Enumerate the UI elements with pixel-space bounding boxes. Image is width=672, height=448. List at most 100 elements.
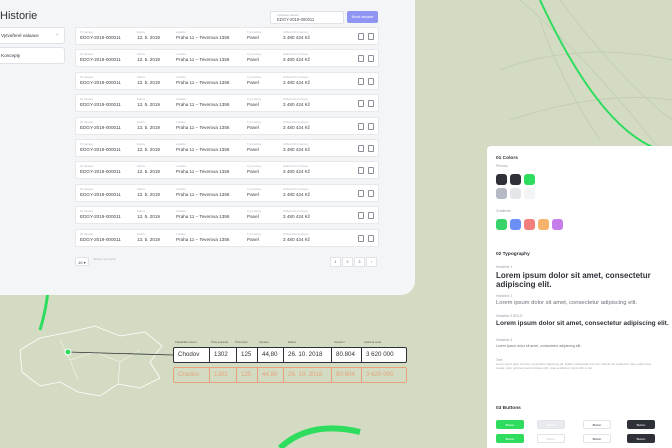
row-cell-value: Panel [247, 214, 259, 220]
document-icon[interactable] [358, 167, 364, 175]
document-icon[interactable] [358, 212, 364, 220]
headline1-label: Headline 1 [496, 265, 513, 269]
next-page-button[interactable]: › [366, 257, 377, 267]
valuation-row[interactable]: ID valuace EDGY-2019-000011 Datum 13. 5. 20… [75, 161, 379, 180]
headline4-sample: Lorem ipsum dolor sit amet, consectetur … [496, 344, 582, 348]
styleguide-card: 01 Colors Primary Gradients 02 Typograph… [487, 146, 672, 448]
row-cell-value: 3 480 424 Kč [283, 214, 311, 220]
swatch-dark-1 [496, 174, 507, 185]
sidebar-item-created-valuations[interactable]: Vytvořené valuace › [0, 27, 65, 44]
valuation-row[interactable]: ID valuace EDGY-2019-000011 Datum 13. 5. 20… [75, 138, 379, 157]
valuation-row[interactable]: ID valuace EDGY-2019-000011 Datum 13. 5. 20… [75, 49, 379, 68]
swatch-gradient-blue [510, 219, 521, 230]
row-cell-date: Datum 13. 5. 2019 [137, 97, 160, 108]
col-header-cadastre: Katastrální území [175, 340, 197, 344]
copy-icon[interactable] [368, 33, 374, 40]
document-icon[interactable] [358, 189, 364, 197]
cell-house-number: 1302 [210, 368, 237, 382]
sample-button-primary-small[interactable]: Button [496, 434, 524, 443]
row-cell-date: Datum 13. 5. 2019 [137, 187, 160, 198]
row-cell-address: Lokalita Praha 11 – Teverova 1356 [176, 187, 229, 198]
sample-button-primary[interactable]: Button [496, 420, 524, 429]
sample-button-ghost[interactable]: Button [537, 434, 565, 443]
row-cell-value: 13. 5. 2019 [137, 236, 160, 242]
cell-area: 44,80 [258, 368, 284, 382]
sidebar-item-label: Vytvořené valuace [1, 33, 39, 38]
row-cell-id: ID valuace EDGY-2019-000011 [80, 52, 121, 63]
row-cell-value: EDGY-2019-000011 [80, 102, 121, 108]
valuation-row[interactable]: ID valuace EDGY-2019-000011 Datum 13. 5. 20… [75, 228, 379, 247]
row-cell-value: EDGY-2019-000011 [80, 57, 121, 63]
headline2-sample: Lorem ipsum dolor sit amet, consectetur … [496, 300, 638, 306]
page-2-button[interactable]: 2 [342, 257, 353, 267]
row-cell-value: Panel [247, 146, 259, 152]
search-input[interactable]: Vyhledat valuaci EDGY-2019-000011 [270, 11, 344, 24]
copy-icon[interactable] [368, 234, 374, 242]
copy-icon[interactable] [368, 212, 374, 220]
page-3-button[interactable]: 3 [354, 257, 365, 267]
row-cell-price: Odhad tržní hodnoty 3 480 424 Kč [283, 30, 310, 41]
chevron-right-icon: › [56, 32, 58, 38]
copy-icon[interactable] [368, 100, 374, 108]
per-page-select[interactable]: 10 ▾ [75, 257, 89, 266]
row-cell-address: Lokalita Praha 11 – Teverova 1356 [176, 164, 229, 175]
valuation-row[interactable]: ID valuace EDGY-2019-000011 Datum 13. 5. 20… [75, 116, 379, 135]
sample-button-secondary[interactable]: Button [583, 420, 611, 429]
detail-row[interactable]: Chodov 1302 125 44,80 26. 10. 2018 80.80… [173, 347, 407, 363]
row-cell-value: 3 480 424 Kč [283, 102, 311, 108]
valuation-list: ID valuace EDGY-2019-000011 Datum 13. 5. 20… [75, 27, 379, 251]
valuation-row[interactable]: ID valuace EDGY-2019-000011 Datum 13. 5. 20… [75, 183, 379, 202]
row-cell-label: Odhad tržní hodnoty [283, 119, 309, 124]
search-value: EDGY-2019-000011 [277, 17, 315, 22]
document-icon[interactable] [358, 55, 364, 63]
page-1-button[interactable]: 1 [330, 257, 341, 267]
sample-button-outline[interactable]: Button [583, 434, 611, 443]
row-cell-value: 13. 5. 2019 [137, 214, 160, 220]
row-cell-value: Panel [247, 191, 259, 197]
copy-icon[interactable] [368, 77, 374, 85]
row-cell-date: Datum 13. 5. 2019 [137, 52, 160, 63]
document-icon[interactable] [358, 122, 364, 130]
document-icon[interactable] [358, 77, 364, 85]
gradients-label: Gradients [496, 209, 511, 213]
copy-icon[interactable] [368, 55, 374, 63]
copy-icon[interactable] [368, 122, 374, 130]
row-cell-id: ID valuace EDGY-2019-000011 [80, 142, 121, 153]
document-icon[interactable] [358, 234, 364, 242]
row-cell-label: Typ budovy [247, 231, 262, 236]
row-cell-address: Lokalita Praha 11 – Teverova 1356 [176, 97, 229, 108]
row-cell-value: 13. 5. 2019 [137, 169, 160, 175]
copy-icon[interactable] [368, 167, 374, 175]
sidebar-item-drafts[interactable]: Koncepty [0, 47, 65, 64]
swatch-lightest [524, 188, 535, 199]
new-valuation-button[interactable]: Nová valuace [347, 11, 378, 23]
sample-button-dark[interactable]: Button [627, 420, 655, 429]
row-cell-price: Odhad tržní hodnoty 3 480 424 Kč [283, 97, 310, 108]
headline3-sample: Lorem ipsum dolor sit amet, consectetur … [496, 320, 669, 327]
valuation-row[interactable]: ID valuace EDGY-2019-000011 Datum 13. 5. 20… [75, 206, 379, 225]
typography-section-title: 02 Typography [496, 252, 530, 257]
row-cell-price: Odhad tržní hodnoty 3 480 424 Kč [283, 164, 310, 175]
document-icon[interactable] [358, 33, 364, 40]
valuation-row[interactable]: ID valuace EDGY-2019-000011 Datum 13. 5. 20… [75, 71, 379, 90]
row-cell-value: EDGY-2019-000011 [80, 214, 121, 220]
cell-cadastre: Chodov [174, 348, 210, 362]
document-icon[interactable] [358, 100, 364, 108]
sample-button-disabled[interactable]: Button [537, 420, 565, 429]
row-cell-type: Typ budovy Panel [247, 30, 261, 41]
col-header-total-price: Celková cena [364, 340, 381, 344]
document-icon[interactable] [358, 144, 364, 152]
row-cell-type: Typ budovy Panel [247, 120, 261, 131]
buttons-section-title: 03 Buttons [496, 406, 521, 411]
copy-icon[interactable] [368, 189, 374, 197]
row-cell-id: ID valuace EDGY-2019-000011 [80, 30, 121, 41]
row-cell-id: ID valuace EDGY-2019-000011 [80, 97, 121, 108]
valuation-row[interactable]: ID valuace EDGY-2019-000011 Datum 13. 5. 20… [75, 94, 379, 113]
row-cell-value: Praha 11 – Teverova 1356 [176, 191, 230, 197]
row-cell-value: EDGY-2019-000011 [80, 79, 121, 85]
valuation-row[interactable]: ID valuace EDGY-2019-000011 Datum 13. 5. 20… [75, 27, 379, 45]
row-cell-date: Datum 13. 5. 2019 [137, 209, 160, 220]
sample-button-dark-small[interactable]: Button [627, 434, 655, 443]
swatch-green [524, 174, 535, 185]
copy-icon[interactable] [368, 144, 374, 152]
